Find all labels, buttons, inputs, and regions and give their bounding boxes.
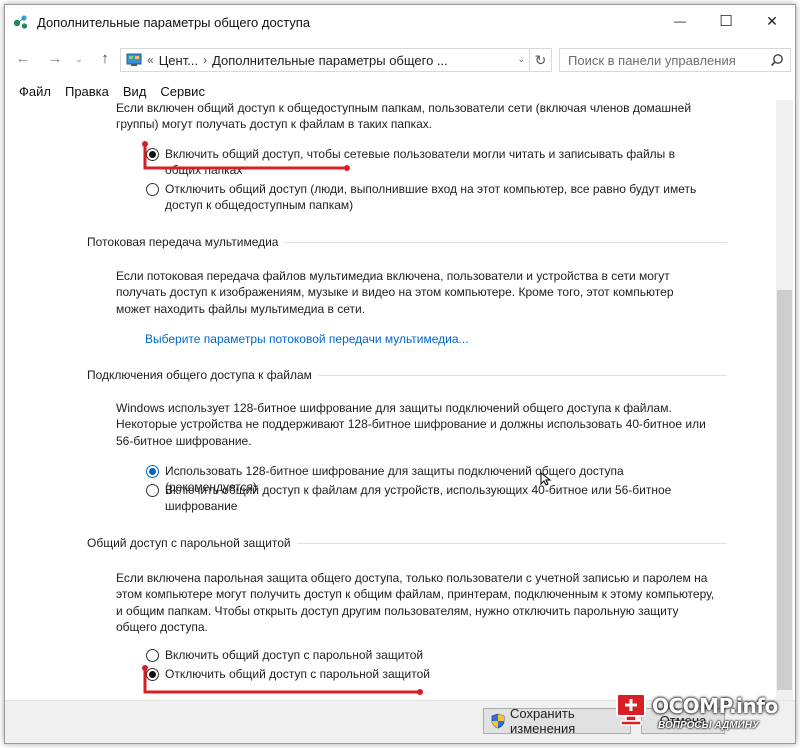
control-panel-icon bbox=[126, 53, 142, 67]
radio-public-folders-on[interactable]: Включить общий доступ, чтобы сетевые пол… bbox=[146, 146, 716, 179]
scrollbar-thumb[interactable] bbox=[777, 290, 792, 690]
uac-shield-icon bbox=[490, 713, 506, 729]
radio-label: Включить общий доступ с парольной защито… bbox=[165, 648, 424, 662]
refresh-button[interactable]: ↻ bbox=[530, 48, 552, 72]
section-heading-text: Подключения общего доступа к файлам bbox=[87, 368, 312, 382]
radio-label: Включить общий доступ к файлам для устро… bbox=[165, 483, 672, 514]
section-heading-text: Потоковая передача мультимедиа bbox=[87, 235, 279, 249]
search-input[interactable] bbox=[560, 49, 760, 71]
radio-label: Отключить общий доступ (люди, выполнивши… bbox=[165, 182, 697, 213]
breadcrumb-current[interactable]: Дополнительные параметры общего ... bbox=[212, 53, 448, 68]
radio-button-selected[interactable] bbox=[146, 148, 159, 161]
divider bbox=[284, 241, 727, 243]
watermark: OCOMP.info ВОПРОСЫ АДМИНУ bbox=[612, 688, 794, 740]
minimize-icon: — bbox=[674, 14, 686, 28]
vertical-scrollbar[interactable] bbox=[776, 100, 793, 700]
radio-button[interactable] bbox=[146, 484, 159, 497]
minimize-button[interactable]: — bbox=[657, 5, 703, 37]
settings-content: Если включен общий доступ к общедоступны… bbox=[5, 100, 776, 700]
save-changes-button[interactable]: Сохранить изменения bbox=[483, 706, 631, 736]
navigation-bar: ← → ⌄ ↑ « Цент... › Дополнительные парам… bbox=[5, 43, 795, 75]
address-bar[interactable]: « Цент... › Дополнительные параметры общ… bbox=[120, 48, 530, 72]
network-sharing-icon bbox=[13, 14, 29, 30]
ocomp-logo-icon bbox=[616, 693, 646, 726]
public-folders-description: Если включен общий доступ к общедоступны… bbox=[116, 100, 716, 133]
media-description: Если потоковая передача файлов мультимед… bbox=[116, 269, 674, 316]
search-icon[interactable] bbox=[770, 53, 784, 67]
radio-label: Включить общий доступ, чтобы сетевые пол… bbox=[165, 147, 676, 178]
watermark-tagline: ВОПРОСЫ АДМИНУ bbox=[658, 720, 759, 731]
radio-encryption-40-56[interactable]: Включить общий доступ к файлам для устро… bbox=[146, 482, 716, 515]
password-description: Если включена парольная защита общего до… bbox=[116, 571, 715, 635]
maximize-button[interactable]: ☐ bbox=[703, 5, 749, 37]
window: Дополнительные параметры общего доступа … bbox=[4, 4, 796, 744]
close-button[interactable]: ✕ bbox=[749, 5, 795, 37]
radio-password-off[interactable]: Отключить общий доступ с парольной защит… bbox=[146, 666, 716, 682]
file-sharing-description: Windows использует 128-битное шифрование… bbox=[116, 401, 706, 448]
watermark-brand: OCOMP.info bbox=[652, 694, 778, 718]
public-folders-description-line1: Если включен общий доступ к общедоступны… bbox=[116, 101, 692, 115]
public-folders-description-line2: группы) могут получать доступ к файлам в… bbox=[116, 117, 433, 132]
section-heading-file-sharing: Подключения общего доступа к файлам bbox=[87, 367, 727, 383]
refresh-icon: ↻ bbox=[534, 52, 547, 68]
title-bar[interactable]: Дополнительные параметры общего доступа … bbox=[5, 5, 795, 39]
back-arrow-icon[interactable]: ← bbox=[13, 49, 33, 69]
window-title: Дополнительные параметры общего доступа bbox=[37, 14, 311, 30]
breadcrumb-separator-icon[interactable]: › bbox=[203, 53, 207, 67]
breadcrumb-control-panel[interactable]: Цент... bbox=[159, 53, 198, 68]
radio-button[interactable] bbox=[146, 183, 159, 196]
up-arrow-icon[interactable]: ↑ bbox=[95, 49, 115, 69]
divider bbox=[317, 374, 727, 376]
divider bbox=[296, 542, 727, 544]
radio-button-selected[interactable] bbox=[146, 668, 159, 681]
breadcrumb-overflow-icon[interactable]: « bbox=[147, 53, 154, 67]
radio-public-folders-off[interactable]: Отключить общий доступ (люди, выполнивши… bbox=[146, 181, 716, 214]
recent-locations-icon[interactable]: ⌄ bbox=[73, 49, 85, 69]
radio-button-selected[interactable] bbox=[146, 465, 159, 478]
maximize-icon: ☐ bbox=[719, 13, 733, 30]
media-streaming-options-link[interactable]: Выберите параметры потоковой передачи му… bbox=[145, 332, 469, 346]
radio-label: Отключить общий доступ с парольной защит… bbox=[165, 667, 430, 681]
search-box[interactable] bbox=[559, 48, 791, 72]
forward-arrow-icon[interactable]: → bbox=[45, 49, 65, 69]
section-heading-password: Общий доступ с парольной защитой bbox=[87, 535, 727, 551]
section-heading-media: Потоковая передача мультимедиа bbox=[87, 234, 727, 250]
radio-button[interactable] bbox=[146, 649, 159, 662]
radio-password-on[interactable]: Включить общий доступ с парольной защито… bbox=[146, 647, 716, 663]
close-icon: ✕ bbox=[766, 12, 778, 29]
address-dropdown-icon[interactable]: ⌄ bbox=[517, 54, 525, 65]
section-heading-text: Общий доступ с парольной защитой bbox=[87, 536, 291, 550]
